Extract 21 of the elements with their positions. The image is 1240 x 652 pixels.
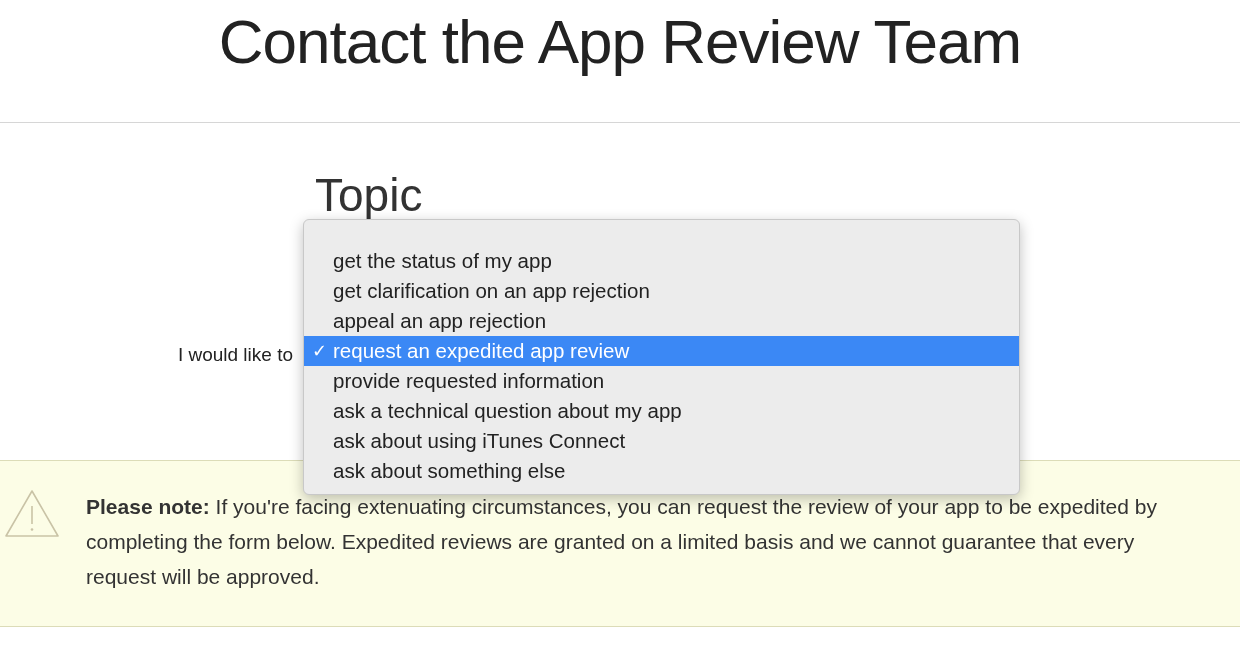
- option-label: request an expedited app review: [333, 337, 630, 364]
- dropdown-option[interactable]: get clarification on an app rejection: [304, 276, 1019, 306]
- option-label: appeal an app rejection: [333, 307, 547, 334]
- dropdown-option[interactable]: ask a technical question about my app: [304, 396, 1019, 426]
- check-mark: ✓: [312, 339, 328, 363]
- option-label: get the status of my app: [333, 247, 552, 274]
- dropdown-option[interactable]: provide requested information: [304, 366, 1019, 396]
- warning-icon: [4, 489, 60, 539]
- page-title: Contact the App Review Team: [217, 6, 1023, 78]
- dropdown-option[interactable]: appeal an app rejection: [304, 306, 1019, 336]
- option-label: provide requested information: [333, 367, 605, 394]
- dropdown-option[interactable]: ask about using iTunes Connect: [304, 426, 1019, 456]
- dropdown-option[interactable]: ask about something else: [304, 456, 1019, 486]
- field-label: I would like to: [176, 343, 293, 367]
- option-label: ask about something else: [333, 457, 566, 484]
- dropdown-option[interactable]: get the status of my app: [304, 246, 1019, 276]
- option-label: ask about using iTunes Connect: [333, 427, 626, 454]
- notice-text: Please note: If you're facing extenuating circumstances, you can request the review of your app to be expedited by completing the form below. Expedited reviews are granted on a limited basis and we cannot guarantee that every request will be approved.: [86, 494, 1158, 590]
- section-heading: Topic: [315, 172, 423, 218]
- option-label: ask a technical question about my app: [333, 397, 682, 424]
- option-label: get clarification on an app rejection: [333, 277, 650, 304]
